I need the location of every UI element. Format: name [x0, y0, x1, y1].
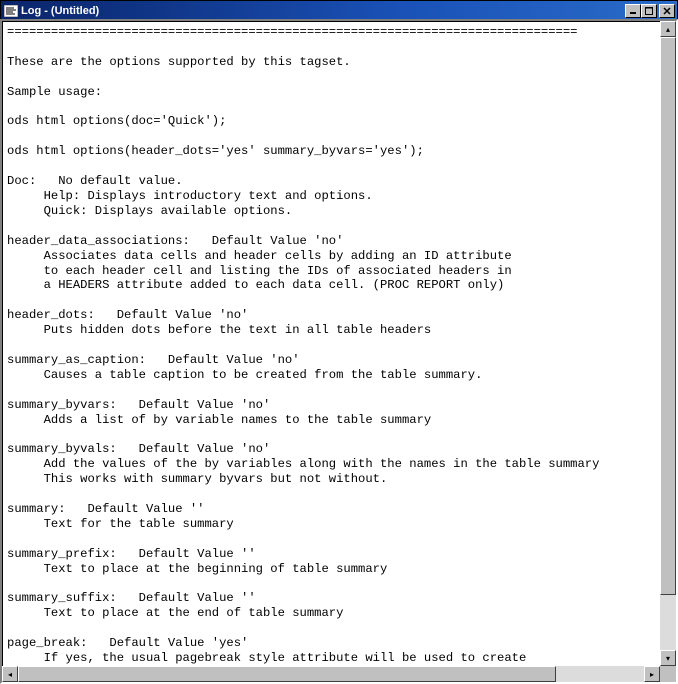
log-line: Text to place at the beginning of table …	[7, 562, 387, 576]
log-line: summary_suffix: Default Value ''	[7, 591, 256, 605]
log-line: page_break: Default Value 'yes'	[7, 636, 248, 650]
log-content: ========================================…	[3, 22, 660, 666]
log-line: ods html options(doc='Quick');	[7, 114, 226, 128]
log-line: Quick: Displays available options.	[7, 204, 292, 218]
window-controls	[625, 4, 675, 18]
log-line: Associates data cells and header cells b…	[7, 249, 512, 263]
log-line: header_data_associations: Default Value …	[7, 234, 343, 248]
log-line: Add the values of the by variables along…	[7, 457, 599, 471]
vertical-scroll-thumb[interactable]	[660, 37, 676, 595]
log-line: summary_byvars: Default Value 'no'	[7, 398, 270, 412]
log-line: Text for the table summary	[7, 517, 234, 531]
app-icon	[3, 4, 18, 18]
log-line: Sample usage:	[7, 85, 102, 99]
log-line: ========================================…	[7, 25, 577, 39]
log-line: ods html options(header_dots='yes' summa…	[7, 144, 424, 158]
log-line: Help: Displays introductory text and opt…	[7, 189, 373, 203]
log-line: These are the options supported by this …	[7, 55, 351, 69]
window-title: Log - (Untitled)	[21, 5, 625, 17]
scrollbar-corner	[660, 666, 676, 682]
vertical-scrollbar[interactable]: ▴ ▾	[660, 21, 676, 666]
log-line: This works with summary byvars but not w…	[7, 472, 387, 486]
close-button[interactable]	[659, 4, 675, 18]
log-line: a HEADERS attribute added to each data c…	[7, 278, 504, 292]
log-line: header_dots: Default Value 'no'	[7, 308, 248, 322]
log-line: summary_prefix: Default Value ''	[7, 547, 256, 561]
log-line: Doc: No default value.	[7, 174, 183, 188]
log-viewport: ========================================…	[2, 21, 660, 666]
scroll-right-button[interactable]: ▸	[644, 666, 660, 682]
titlebar: Log - (Untitled)	[1, 1, 677, 20]
horizontal-scroll-thumb[interactable]	[18, 666, 556, 682]
log-line: summary_as_caption: Default Value 'no'	[7, 353, 300, 367]
log-line: If yes, the usual pagebreak style attrib…	[7, 651, 526, 665]
log-line: Causes a table caption to be created fro…	[7, 368, 482, 382]
maximize-button[interactable]	[641, 4, 657, 18]
log-line: Text to place at the end of table summar…	[7, 606, 343, 620]
log-line: Adds a list of by variable names to the …	[7, 413, 431, 427]
log-line: Puts hidden dots before the text in all …	[7, 323, 431, 337]
client-area: ========================================…	[0, 19, 678, 684]
log-line: summary_byvals: Default Value 'no'	[7, 442, 270, 456]
horizontal-scrollbar[interactable]: ◂ ▸	[2, 666, 660, 682]
scroll-up-button[interactable]: ▴	[660, 21, 676, 37]
log-line: to each header cell and listing the IDs …	[7, 264, 512, 278]
scroll-left-button[interactable]: ◂	[2, 666, 18, 682]
minimize-button[interactable]	[625, 4, 641, 18]
log-line: summary: Default Value ''	[7, 502, 204, 516]
scroll-down-button[interactable]: ▾	[660, 650, 676, 666]
